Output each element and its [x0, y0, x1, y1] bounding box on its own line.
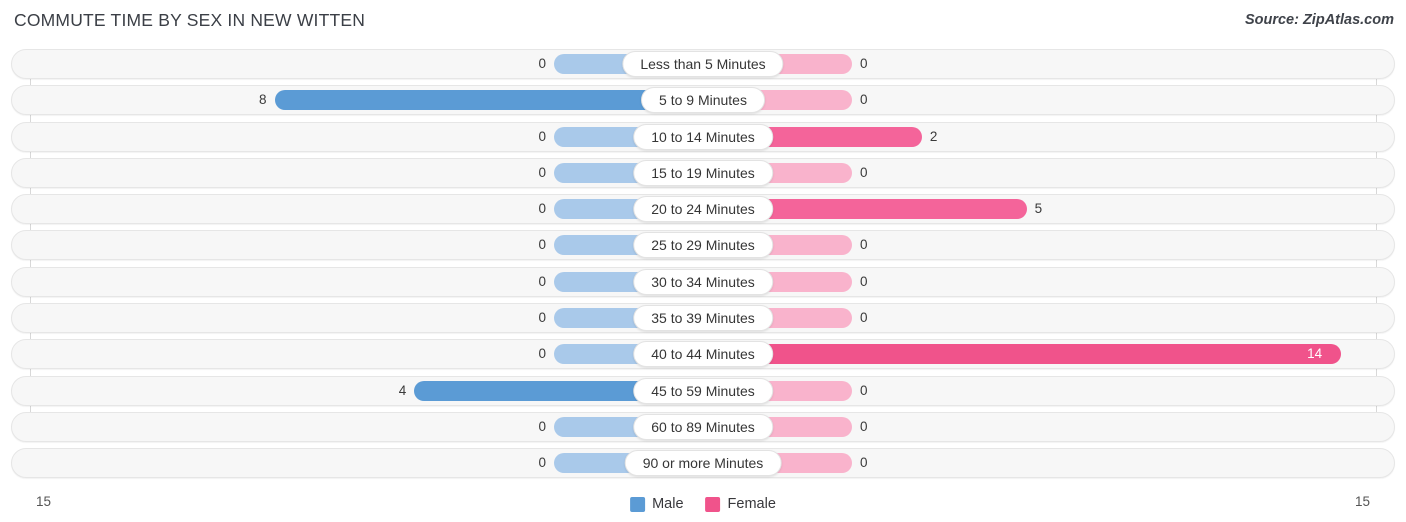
category-label: 60 to 89 Minutes: [633, 413, 773, 440]
table-row: 0 5 20 to 24 Minutes: [0, 194, 1406, 225]
value-label-female: 0: [860, 56, 868, 71]
value-label-female: 2: [929, 128, 938, 144]
table-row: 0 0 35 to 39 Minutes: [0, 303, 1406, 334]
table-row: 8 0 5 to 9 Minutes: [0, 85, 1406, 116]
category-label: 10 to 14 Minutes: [633, 123, 773, 150]
table-row: 0 0 25 to 29 Minutes: [0, 230, 1406, 261]
value-label-male: 0: [538, 455, 546, 471]
value-label-male: 0: [538, 310, 546, 326]
value-label-male: 0: [538, 56, 546, 71]
table-row: 0 2 10 to 14 Minutes: [0, 121, 1406, 152]
value-label-female: 0: [860, 273, 868, 289]
source-attribution: Source: ZipAtlas.com: [1244, 12, 1394, 28]
table-row: 0 0 Less than 5 Minutes: [0, 49, 1406, 79]
category-label: 30 to 34 Minutes: [633, 268, 773, 295]
value-label-female: 0: [860, 455, 868, 471]
value-label-male: 0: [538, 164, 546, 180]
table-row: 0 0 90 or more Minutes: [0, 448, 1406, 479]
category-label: 45 to 59 Minutes: [633, 377, 773, 404]
legend-label-female: Female: [727, 496, 776, 512]
table-row: 0 0 30 to 34 Minutes: [0, 266, 1406, 297]
category-label: 15 to 19 Minutes: [633, 159, 773, 186]
chart-page: COMMUTE TIME BY SEX IN NEW WITTEN Source…: [0, 0, 1406, 522]
legend-item-female[interactable]: Female: [705, 496, 776, 512]
plot-area: 0 0 Less than 5 Minutes 8 0 5 to 9 Minutes 0 2 1…: [0, 49, 1406, 486]
value-label-male: 0: [538, 273, 546, 289]
value-label-female: 0: [860, 164, 868, 180]
bar-male[interactable]: [274, 90, 703, 111]
bar-female[interactable]: [703, 344, 1342, 365]
value-label-male: 0: [538, 418, 546, 434]
value-label-male: 0: [538, 201, 546, 217]
category-label: 40 to 44 Minutes: [633, 341, 773, 368]
table-row: 0 0 15 to 19 Minutes: [0, 157, 1406, 188]
chart-legend: Male Female: [630, 496, 776, 512]
page-title: COMMUTE TIME BY SEX IN NEW WITTEN: [14, 10, 366, 30]
category-label: 35 to 39 Minutes: [633, 305, 773, 332]
value-label-male: 8: [259, 92, 267, 108]
category-label: Less than 5 Minutes: [622, 51, 784, 77]
legend-label-male: Male: [652, 496, 684, 512]
axis-tick-right: 15: [1354, 494, 1370, 509]
value-label-male: 0: [538, 237, 546, 253]
value-label-female: 0: [860, 382, 868, 398]
axis-tick-left: 15: [36, 494, 52, 509]
value-label-female: 5: [1034, 201, 1043, 217]
category-label: 25 to 29 Minutes: [633, 232, 773, 259]
category-label: 20 to 24 Minutes: [633, 196, 773, 223]
value-label-female: 0: [860, 237, 868, 253]
value-label-female: 0: [860, 310, 868, 326]
bar-rows: 0 0 Less than 5 Minutes 8 0 5 to 9 Minutes 0 2 1…: [0, 49, 1406, 485]
table-row: 0 0 60 to 89 Minutes: [0, 411, 1406, 442]
legend-swatch-male-icon: [630, 496, 646, 512]
value-label-male: 0: [538, 346, 546, 362]
value-label-female: 0: [860, 92, 868, 108]
table-row: 0 14 40 to 44 Minutes: [0, 339, 1406, 370]
value-label-male: 0: [538, 128, 546, 144]
category-label: 90 or more Minutes: [624, 450, 782, 477]
value-label-male: 4: [398, 382, 407, 398]
table-row: 4 0 45 to 59 Minutes: [0, 375, 1406, 406]
legend-swatch-female-icon: [705, 496, 721, 512]
legend-item-male[interactable]: Male: [630, 496, 684, 512]
value-label-female: 0: [860, 418, 868, 434]
value-label-female: 14: [1307, 346, 1323, 362]
category-label: 5 to 9 Minutes: [641, 87, 765, 114]
